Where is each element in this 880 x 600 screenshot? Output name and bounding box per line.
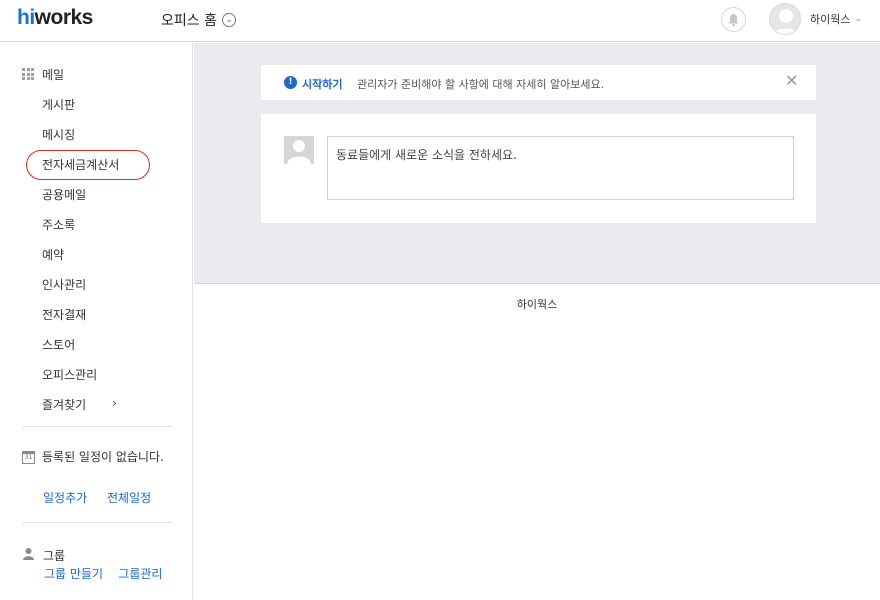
post-composer: 동료들에게 새로운 소식을 전하세요. — [261, 114, 816, 223]
bell-icon — [728, 13, 739, 26]
group-links: 그룹 만들기 그룹관리 — [44, 566, 184, 582]
top-header: hiworks 오피스 홈 ⌄ 하이웍스 ⌄ — [0, 0, 880, 42]
sidebar: 메일 게시판 메시징 전자세금계산서 공용메일 주소록 예약 인사관리 전자결재… — [0, 43, 193, 600]
user-menu[interactable]: 하이웍스 ⌄ — [810, 11, 862, 27]
sidebar-item-address-book[interactable]: 주소록 — [42, 216, 75, 233]
author-avatar — [284, 136, 314, 164]
close-icon[interactable]: ✕ — [785, 73, 798, 89]
user-name-label: 하이웍스 — [810, 13, 851, 26]
sidebar-item-reservation[interactable]: 예약 — [42, 246, 64, 263]
sidebar-item-mail[interactable]: 메일 — [42, 66, 64, 83]
all-schedule-link[interactable]: 전체일정 — [107, 489, 151, 506]
group-title: 그룹 — [43, 549, 66, 563]
sidebar-item-hr[interactable]: 인사관리 — [42, 276, 86, 293]
user-avatar[interactable] — [769, 3, 801, 35]
chevron-down-icon: ⌄ — [854, 14, 863, 24]
notification-button[interactable] — [721, 7, 746, 32]
create-group-link[interactable]: 그룹 만들기 — [44, 567, 103, 581]
calendar-icon: 31 — [22, 451, 35, 464]
sidebar-item-e-tax-invoice[interactable]: 전자세금계산서 — [42, 156, 119, 173]
sidebar-item-board[interactable]: 게시판 — [42, 96, 75, 113]
manage-group-link[interactable]: 그룹관리 — [118, 567, 162, 581]
sidebar-item-favorites[interactable]: 즐겨찾기 — [42, 396, 86, 413]
add-schedule-link[interactable]: 일정추가 — [43, 489, 87, 506]
sidebar-item-office-admin[interactable]: 오피스관리 — [42, 366, 97, 383]
post-input[interactable]: 동료들에게 새로운 소식을 전하세요. — [327, 136, 794, 200]
user-silhouette-icon — [773, 9, 799, 34]
sidebar-item-store[interactable]: 스토어 — [42, 336, 75, 353]
user-silhouette-icon — [287, 140, 311, 164]
getting-started-notice: ! 시작하기 관리자가 준비해야 할 사항에 대해 자세히 알아보세요. ✕ — [261, 65, 816, 100]
sidebar-divider — [22, 426, 171, 427]
sidebar-item-approval[interactable]: 전자결재 — [42, 306, 86, 323]
notice-message: 관리자가 준비해야 할 사항에 대해 자세히 알아보세요. — [357, 78, 605, 91]
info-icon: ! — [284, 76, 297, 89]
schedule-empty-text: 등록된 일정이 없습니다. — [42, 450, 164, 464]
office-home-label: 오피스 홈 — [161, 13, 217, 29]
chevron-down-icon: ⌄ — [221, 13, 236, 27]
apps-grid-icon — [22, 68, 34, 80]
office-home-dropdown[interactable]: 오피스 홈 ⌄ — [161, 10, 236, 30]
chevron-right-icon[interactable]: › — [112, 396, 117, 410]
sidebar-item-shared-mail[interactable]: 공용메일 — [42, 186, 86, 203]
group-icon — [23, 548, 34, 560]
getting-started-link[interactable]: 시작하기 — [302, 76, 342, 92]
sidebar-item-messaging[interactable]: 메시징 — [42, 126, 75, 143]
hiworks-logo[interactable]: hiworks — [17, 6, 93, 30]
footer-brand: 하이웍스 — [516, 298, 558, 311]
sidebar-divider — [22, 522, 171, 523]
